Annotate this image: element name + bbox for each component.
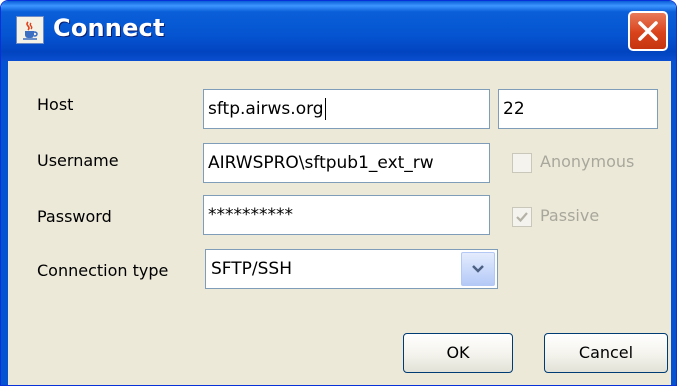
window-frame-left [1,61,8,385]
port-input[interactable]: 22 [498,89,658,129]
host-input-value: sftp.airws.org [208,99,324,119]
dropdown-button[interactable] [461,252,495,286]
cancel-button[interactable]: Cancel [544,333,668,373]
username-input[interactable]: AIRWSPRO\sftpub1_ext_rw [203,143,490,183]
java-cup-icon [16,16,44,44]
connect-dialog: Connect Host sftp.airws.org 22 Username … [0,0,677,386]
passive-checkbox-box[interactable] [512,207,532,227]
password-input[interactable]: ********** [203,195,490,235]
checkmark-icon [516,212,528,223]
passive-label: Passive [540,206,600,225]
text-caret [324,98,326,120]
anonymous-checkbox-box[interactable] [512,153,532,173]
ok-button[interactable]: OK [403,333,513,373]
window-frame-right [671,61,676,385]
connection-type-value: SFTP/SSH [211,259,292,279]
host-input[interactable]: sftp.airws.org [203,89,490,129]
title-bar[interactable]: Connect [1,1,676,61]
host-label: Host [37,95,74,114]
password-label: Password [37,207,112,226]
chevron-down-icon [472,265,484,273]
close-icon [638,21,658,41]
close-button[interactable] [628,11,668,51]
dialog-content: Host sftp.airws.org 22 Username AIRWSPRO… [8,61,671,385]
username-label: Username [37,151,119,170]
connection-type-label: Connection type [37,261,169,280]
window-title: Connect [53,14,165,42]
anonymous-label: Anonymous [540,152,635,171]
connection-type-select[interactable]: SFTP/SSH [205,249,498,289]
